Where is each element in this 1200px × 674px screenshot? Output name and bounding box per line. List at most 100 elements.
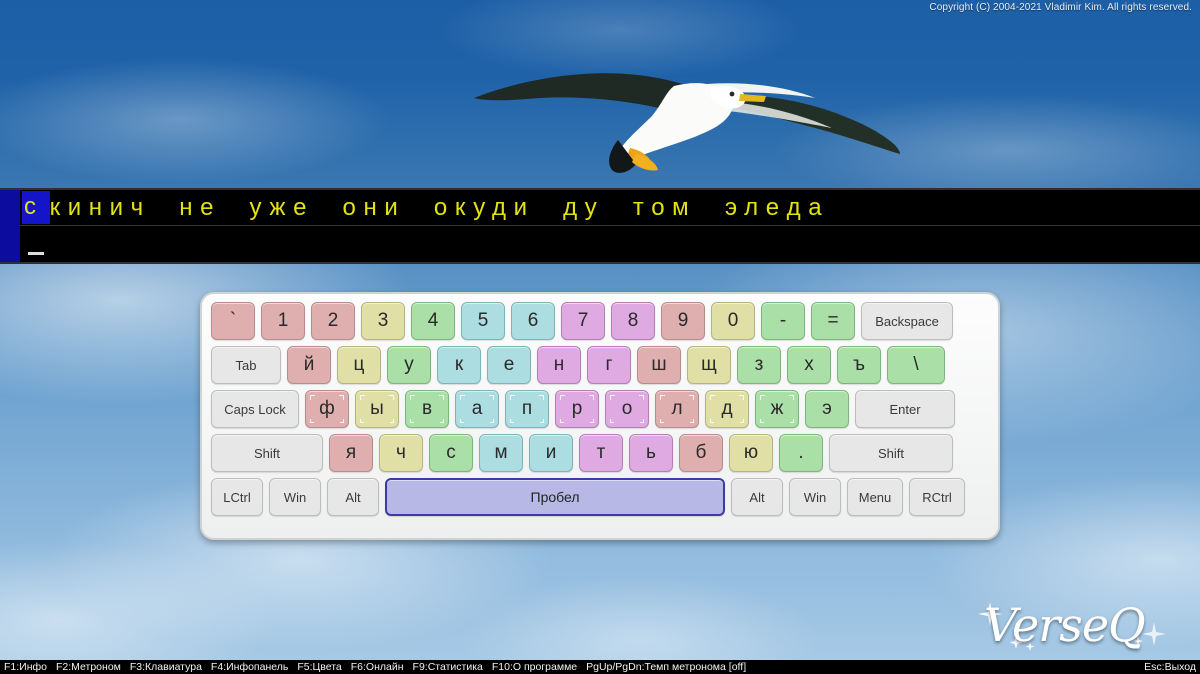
key--[interactable]: = [811, 302, 855, 340]
key-д[interactable]: д [705, 390, 749, 428]
key-и[interactable]: и [529, 434, 573, 472]
key-shift[interactable]: Shift [829, 434, 953, 472]
key-н[interactable]: н [537, 346, 581, 384]
home-marker [460, 419, 464, 423]
status-hint-2[interactable]: F2:Метроном [56, 661, 121, 673]
key-alt[interactable]: Alt [327, 478, 379, 516]
key-е[interactable]: е [487, 346, 531, 384]
key-label: ю [743, 442, 759, 463]
key--[interactable]: - [761, 302, 805, 340]
key-win[interactable]: Win [789, 478, 841, 516]
key-х[interactable]: х [787, 346, 831, 384]
status-hint-4[interactable]: F4:Инфопанель [211, 661, 288, 673]
status-hint-9[interactable]: PgUp/PgDn:Темп метронома [off] [586, 661, 746, 673]
key-label: ч [396, 442, 406, 463]
key-9[interactable]: 9 [661, 302, 705, 340]
status-hint-8[interactable]: F10:О программе [492, 661, 577, 673]
key-5[interactable]: 5 [461, 302, 505, 340]
key-1[interactable]: 1 [261, 302, 305, 340]
key-т[interactable]: т [579, 434, 623, 472]
key-shift[interactable]: Shift [211, 434, 323, 472]
key--[interactable]: . [779, 434, 823, 472]
key-ю[interactable]: ю [729, 434, 773, 472]
key-л[interactable]: л [655, 390, 699, 428]
key-label: Shift [253, 445, 280, 461]
key-о[interactable]: о [605, 390, 649, 428]
key-г[interactable]: г [587, 346, 631, 384]
key-ж[interactable]: ж [755, 390, 799, 428]
key-enter[interactable]: Enter [855, 390, 955, 428]
logo-wordmark: VerseQ [984, 598, 1146, 652]
key--[interactable]: \ [887, 346, 945, 384]
key-label: ж [770, 398, 784, 419]
key-3[interactable]: 3 [361, 302, 405, 340]
key-р[interactable]: р [555, 390, 599, 428]
key-label: а [471, 398, 483, 419]
key-rctrl[interactable]: RCtrl [909, 478, 965, 516]
key-в[interactable]: в [405, 390, 449, 428]
home-marker [690, 419, 694, 423]
key-к[interactable]: к [437, 346, 481, 384]
key-label: 5 [477, 310, 489, 331]
key-б[interactable]: б [679, 434, 723, 472]
home-marker [310, 419, 314, 423]
key-backspace[interactable]: Backspace [861, 302, 953, 340]
key-з[interactable]: з [737, 346, 781, 384]
key-м[interactable]: м [479, 434, 523, 472]
key-ь[interactable]: ь [629, 434, 673, 472]
key-0[interactable]: 0 [711, 302, 755, 340]
status-hint-5[interactable]: F5:Цвета [297, 661, 341, 673]
key-label: я [345, 442, 357, 463]
key-8[interactable]: 8 [611, 302, 655, 340]
key-ф[interactable]: ф [305, 390, 349, 428]
key-щ[interactable]: щ [687, 346, 731, 384]
key-й[interactable]: й [287, 346, 331, 384]
key-lctrl[interactable]: LCtrl [211, 478, 263, 516]
key-menu[interactable]: Menu [847, 478, 903, 516]
key-4[interactable]: 4 [411, 302, 455, 340]
key-2[interactable]: 2 [311, 302, 355, 340]
key-label: LCtrl [223, 489, 251, 505]
key-win[interactable]: Win [269, 478, 321, 516]
key-ы[interactable]: ы [355, 390, 399, 428]
key-label: з [754, 354, 764, 375]
key-6[interactable]: 6 [511, 302, 555, 340]
current-character-cursor: с [22, 191, 50, 224]
status-hint-7[interactable]: F9:Статистика [413, 661, 483, 673]
typing-text-panel[interactable]: с кинич не уже они окуди ду том элeда [0, 188, 1200, 264]
status-hint-1[interactable]: F1:Инфо [4, 661, 47, 673]
key-label: д [721, 398, 733, 419]
virtual-keyboard[interactable]: ` 1 2 3 4 5 6 7 8 9 0 - = Backspace Tab й ц у к е н г ш щ з х ъ \ Ca… [200, 292, 1000, 540]
key-label: ы [370, 398, 384, 419]
key-у[interactable]: у [387, 346, 431, 384]
key-label: в [421, 398, 433, 419]
key-alt[interactable]: Alt [731, 478, 783, 516]
key-с[interactable]: с [429, 434, 473, 472]
keyboard-row-2: Tab й ц у к е н г ш щ з х ъ \ [211, 346, 989, 384]
copyright-notice: Copyright (C) 2004-2021 Vladimir Kim. Al… [929, 2, 1192, 13]
key--[interactable]: ` [211, 302, 255, 340]
key-label: п [521, 398, 533, 419]
status-hint-3[interactable]: F3:Клавиатура [130, 661, 202, 673]
key-label: й [303, 354, 315, 375]
status-hint-6[interactable]: F6:Онлайн [351, 661, 404, 673]
key-ч[interactable]: ч [379, 434, 423, 472]
key-label: Alt [749, 489, 765, 505]
home-marker [540, 419, 544, 423]
key-я[interactable]: я [329, 434, 373, 472]
key-п[interactable]: п [505, 390, 549, 428]
status-exit-hint[interactable]: Esc:Выход [1144, 661, 1196, 673]
key-caps-lock[interactable]: Caps Lock [211, 390, 299, 428]
key-7[interactable]: 7 [561, 302, 605, 340]
key-э[interactable]: э [805, 390, 849, 428]
key-ъ[interactable]: ъ [837, 346, 881, 384]
key-tab[interactable]: Tab [211, 346, 281, 384]
key-ш[interactable]: ш [637, 346, 681, 384]
key-ц[interactable]: ц [337, 346, 381, 384]
key-пробел[interactable]: Пробел [385, 478, 725, 516]
key-label: и [545, 442, 557, 463]
key-а[interactable]: а [455, 390, 499, 428]
home-marker [410, 419, 414, 423]
key-label: 2 [327, 310, 339, 331]
home-marker [740, 419, 744, 423]
